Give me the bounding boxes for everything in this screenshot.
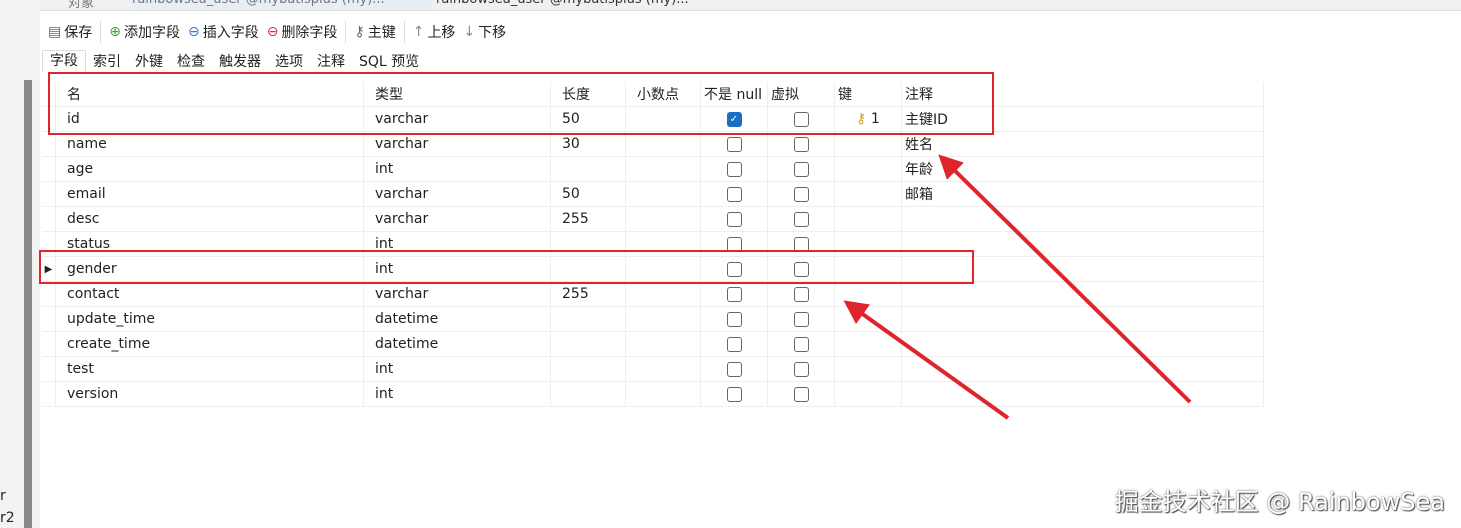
arrow-to-comment xyxy=(938,154,1192,404)
highlight-box-gender xyxy=(39,250,974,284)
arrow-to-virtual xyxy=(843,300,1010,420)
annotation-layer xyxy=(39,72,1192,420)
watermark: 掘金技术社区 @ RainbowSea xyxy=(1114,488,1445,516)
highlight-box-header xyxy=(48,72,994,135)
